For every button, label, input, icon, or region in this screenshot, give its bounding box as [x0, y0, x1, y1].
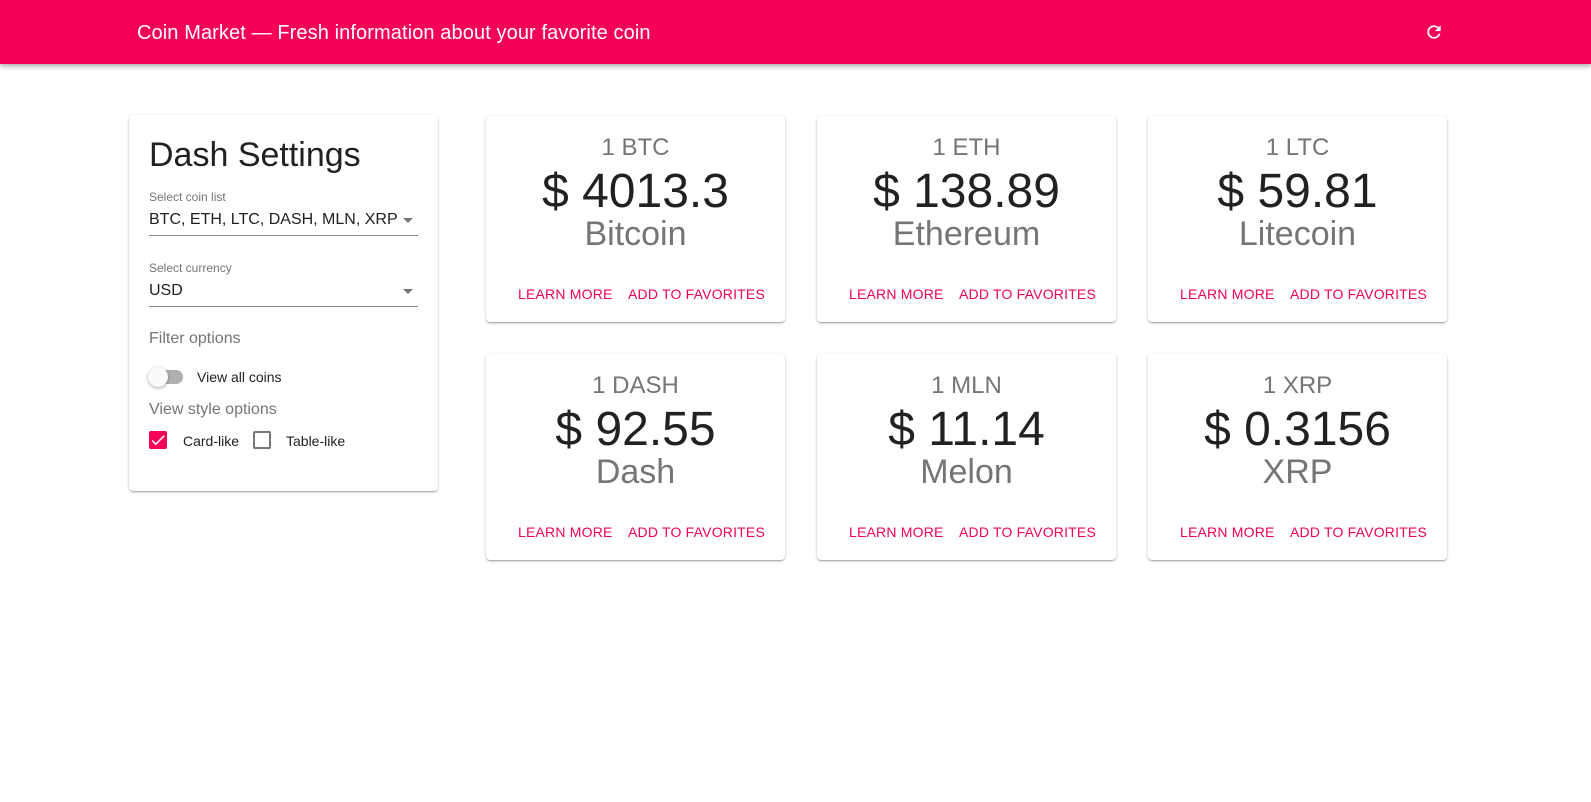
coin-name: XRP	[1262, 453, 1333, 491]
app-bar: Coin Market — Fresh information about yo…	[0, 0, 1591, 64]
view-all-coins-toggle[interactable]	[148, 365, 186, 389]
coin-card-mln: 1 MLN $ 11.14 Melon Learn more Add to fa…	[817, 354, 1116, 560]
add-to-favorites-button[interactable]: Add to favorites	[1290, 278, 1427, 310]
add-to-favorites-button[interactable]: Add to favorites	[1290, 516, 1427, 548]
coin-amount: 1 XRP	[1262, 372, 1333, 399]
card-actions: Learn more Add to favorites	[1148, 516, 1447, 548]
learn-more-button[interactable]: Learn more	[849, 278, 944, 310]
learn-more-button[interactable]: Learn more	[518, 516, 613, 548]
coin-price: $ 92.55	[555, 403, 716, 456]
settings-title: Dash Settings	[149, 136, 361, 174]
card-actions: Learn more Add to favorites	[486, 278, 785, 310]
coin-card-btc: 1 BTC $ 4013.3 Bitcoin Learn more Add to…	[486, 116, 785, 322]
card-actions: Learn more Add to favorites	[486, 516, 785, 548]
coin-name: Dash	[595, 453, 676, 491]
coin-name: Ethereum	[892, 215, 1041, 253]
currency-value: USD	[149, 282, 183, 299]
coin-card-eth: 1 ETH $ 138.89 Ethereum Learn more Add t…	[817, 116, 1116, 322]
check-icon	[151, 435, 165, 446]
app-title: Coin Market — Fresh information about yo…	[137, 22, 651, 44]
coin-list-value: BTC, ETH, LTC, DASH, MLN, XRP	[149, 211, 398, 228]
add-to-favorites-button[interactable]: Add to favorites	[959, 278, 1096, 310]
coin-price: $ 0.3156	[1204, 403, 1391, 456]
filter-options-label: Filter options	[149, 330, 241, 347]
dash-settings-panel: Dash Settings Select coin list BTC, ETH,…	[129, 115, 438, 491]
coin-amount: 1 BTC	[601, 134, 670, 161]
learn-more-button[interactable]: Learn more	[518, 278, 613, 310]
card-actions: Learn more Add to favorites	[817, 516, 1116, 548]
add-to-favorites-button[interactable]: Add to favorites	[959, 516, 1096, 548]
coin-list-label: Select coin list	[149, 190, 226, 204]
coin-card-dash: 1 DASH $ 92.55 Dash Learn more Add to fa…	[486, 354, 785, 560]
learn-more-button[interactable]: Learn more	[1180, 516, 1275, 548]
refresh-icon	[1427, 25, 1441, 39]
coin-card-ltc: 1 LTC $ 59.81 Litecoin Learn more Add to…	[1148, 116, 1447, 322]
coin-price: $ 138.89	[873, 165, 1060, 218]
coin-amount: 1 DASH	[592, 372, 679, 399]
coin-amount: 1 ETH	[932, 134, 1001, 161]
coin-price: $ 4013.3	[542, 165, 729, 218]
coin-price: $ 59.81	[1217, 165, 1378, 218]
card-like-checkbox[interactable]	[149, 431, 167, 449]
table-like-label: Table-like	[286, 433, 346, 449]
coin-amount: 1 LTC	[1265, 134, 1330, 161]
view-style-label: View style options	[149, 401, 277, 418]
dropdown-arrow-icon	[403, 218, 413, 223]
coin-card-xrp: 1 XRP $ 0.3156 XRP Learn more Add to fav…	[1148, 354, 1447, 560]
card-like-label: Card-like	[183, 433, 240, 449]
dropdown-arrow-icon	[403, 289, 413, 294]
card-actions: Learn more Add to favorites	[1148, 278, 1447, 310]
table-like-checkbox[interactable]	[253, 431, 271, 449]
card-actions: Learn more Add to favorites	[817, 278, 1116, 310]
refresh-button[interactable]	[1418, 16, 1450, 48]
toggle-thumb	[148, 367, 168, 387]
currency-select[interactable]: USD	[149, 277, 418, 307]
coin-name: Bitcoin	[584, 215, 687, 253]
currency-label: Select currency	[149, 261, 232, 275]
coin-amount: 1 MLN	[931, 372, 1002, 399]
coin-list-select[interactable]: BTC, ETH, LTC, DASH, MLN, XRP	[149, 206, 418, 236]
coin-price: $ 11.14	[888, 403, 1045, 456]
learn-more-button[interactable]: Learn more	[1180, 278, 1275, 310]
view-all-coins-label: View all coins	[197, 369, 282, 385]
add-to-favorites-button[interactable]: Add to favorites	[628, 278, 765, 310]
coin-name: Melon	[920, 453, 1013, 491]
learn-more-button[interactable]: Learn more	[849, 516, 944, 548]
add-to-favorites-button[interactable]: Add to favorites	[628, 516, 765, 548]
coin-name: Litecoin	[1238, 215, 1357, 253]
